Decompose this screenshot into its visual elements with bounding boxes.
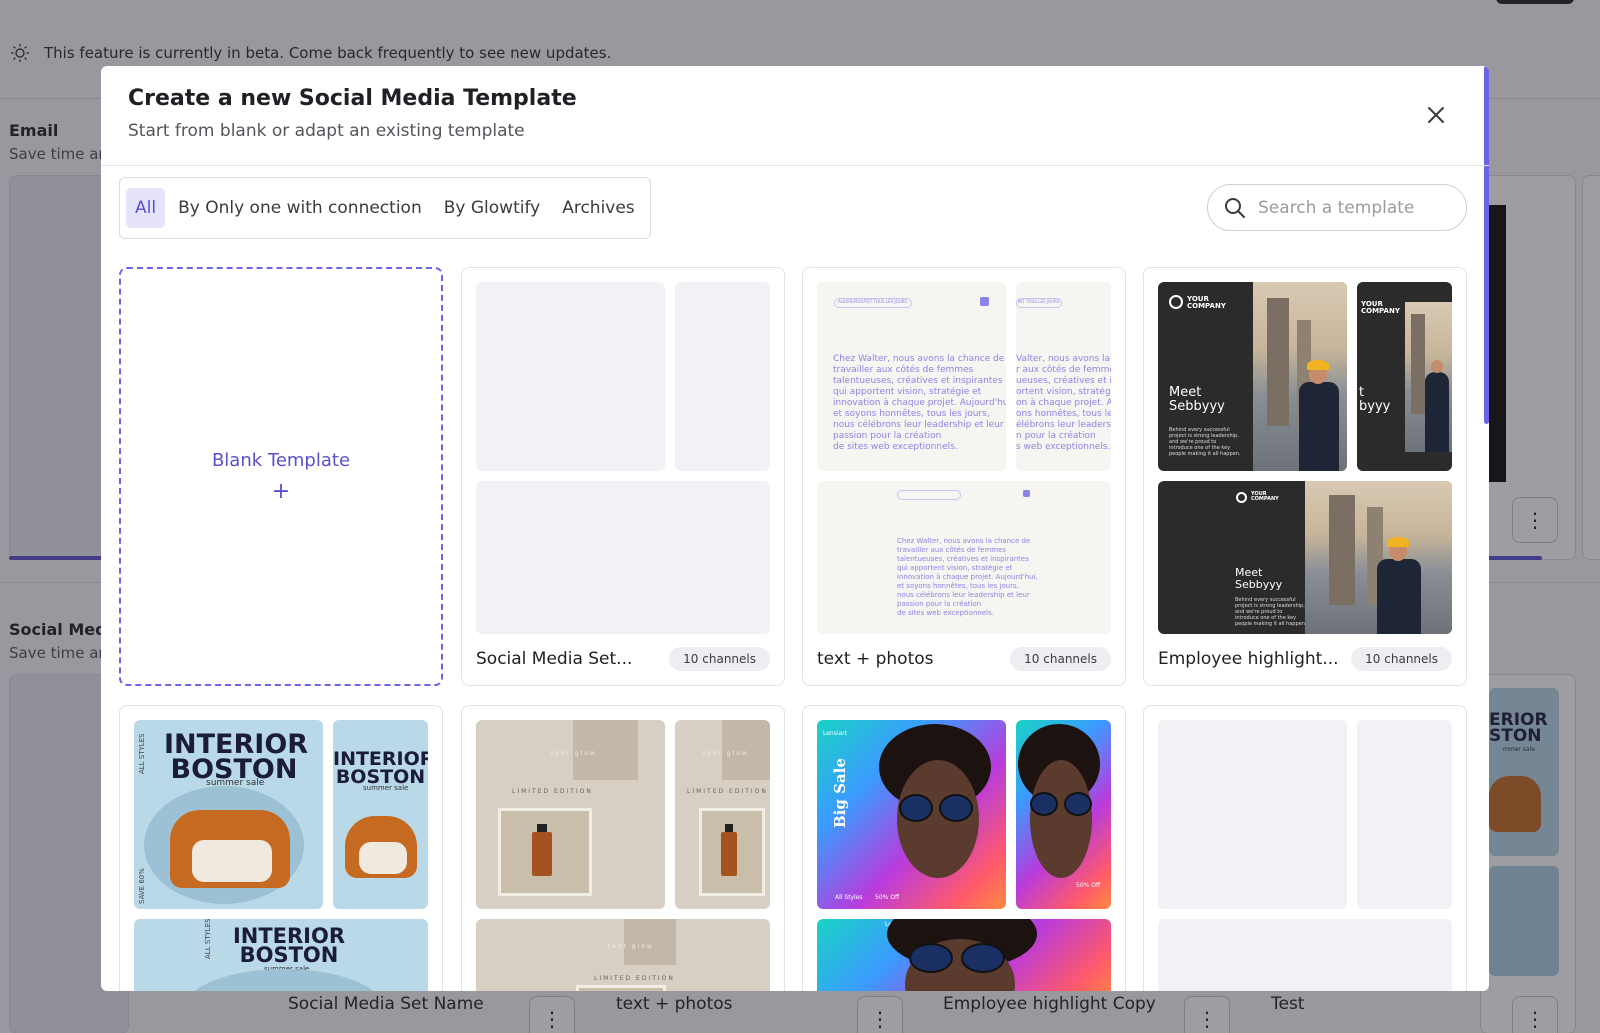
thumbnail: YOUR COMPANY Meet Sebbyyy Behind every s…: [1158, 481, 1452, 634]
modal-title: Create a new Social Media Template: [128, 86, 577, 111]
thumbnail: INTERIOR BOSTON summer sale: [333, 720, 428, 909]
thumbnail: [675, 282, 770, 471]
thumbnail: INTERIOR BOSTON summer sale ALL STYLES: [134, 919, 428, 991]
create-template-modal: Create a new Social Media Template Start…: [101, 66, 1489, 991]
channels-badge: 10 channels: [1010, 647, 1111, 671]
thumbnail: text glow LIMITED EDITION: [476, 720, 665, 909]
template-card[interactable]: Lensiart Big Sale 50% Off All Styles 50%…: [802, 705, 1126, 991]
thumbnail: [476, 282, 665, 471]
thumbnail: 50% Off: [1016, 720, 1111, 909]
thumbnail: text glow LIMITED EDITION: [476, 919, 770, 991]
template-card[interactable]: YOUR COMPANY Meet Sebbyyy Behind every s…: [1143, 267, 1467, 686]
thumbnail: Lensiart: [817, 919, 1111, 991]
close-icon: [1428, 107, 1444, 123]
thumbnail: YOUR COMPANY Meet Sebbyyy Behind every s…: [1158, 282, 1347, 471]
plus-icon: +: [271, 479, 291, 504]
template-card[interactable]: text glow LIMITED EDITION text glow LIMI…: [461, 705, 785, 991]
thumbnail: INTERIOR BOSTON summer sale ALL STYLES S…: [134, 720, 323, 909]
search-input[interactable]: [1258, 197, 1448, 218]
tab-all[interactable]: All: [126, 188, 166, 228]
close-button[interactable]: [1423, 102, 1449, 128]
channels-badge: 10 channels: [1351, 647, 1452, 671]
tab-by-glowtify[interactable]: By Glowtify: [435, 188, 549, 228]
tab-archives[interactable]: Archives: [553, 188, 643, 228]
template-card[interactable]: [1143, 705, 1467, 991]
template-name: Employee highlight...: [1158, 649, 1339, 669]
filter-tabs: All By Only one with connection By Glowt…: [119, 177, 651, 239]
thumbnail: YOUR COMPANY t byyy: [1357, 282, 1452, 471]
thumbnail: INT TOUS LES JOURS Valter, nous avons la…: [1016, 282, 1111, 471]
search-box[interactable]: [1207, 184, 1467, 231]
template-name: text + photos: [817, 649, 934, 669]
thumbnail: [1158, 720, 1347, 909]
channels-badge: 10 channels: [669, 647, 770, 671]
modal-header: Create a new Social Media Template Start…: [101, 66, 1489, 166]
thumbnail: [1158, 919, 1452, 991]
template-name: Social Media Set...: [476, 649, 633, 669]
tab-by-only-one[interactable]: By Only one with connection: [169, 188, 431, 228]
template-card[interactable]: ALEXREPROUTET TOUS LES JOURS Chez Walter…: [802, 267, 1126, 686]
thumbnail: [476, 481, 770, 634]
thumbnail: Lensiart Big Sale 50% Off All Styles: [817, 720, 1006, 909]
modal-subtitle: Start from blank or adapt an existing te…: [128, 121, 525, 141]
thumbnail: text glow LIMITED EDITION: [675, 720, 770, 909]
thumbnail: ALEXREPROUTET TOUS LES JOURS Chez Walter…: [817, 282, 1006, 471]
template-card[interactable]: INTERIOR BOSTON summer sale ALL STYLES S…: [119, 705, 443, 991]
template-card[interactable]: Social Media Set... 10 channels: [461, 267, 785, 686]
blank-template-label: Blank Template: [211, 450, 351, 471]
search-icon: [1225, 197, 1245, 218]
blank-template-card[interactable]: Blank Template +: [119, 267, 443, 686]
thumbnail: Chez Walter, nous avons la chance de tra…: [817, 481, 1111, 634]
thumbnail: [1357, 720, 1452, 909]
